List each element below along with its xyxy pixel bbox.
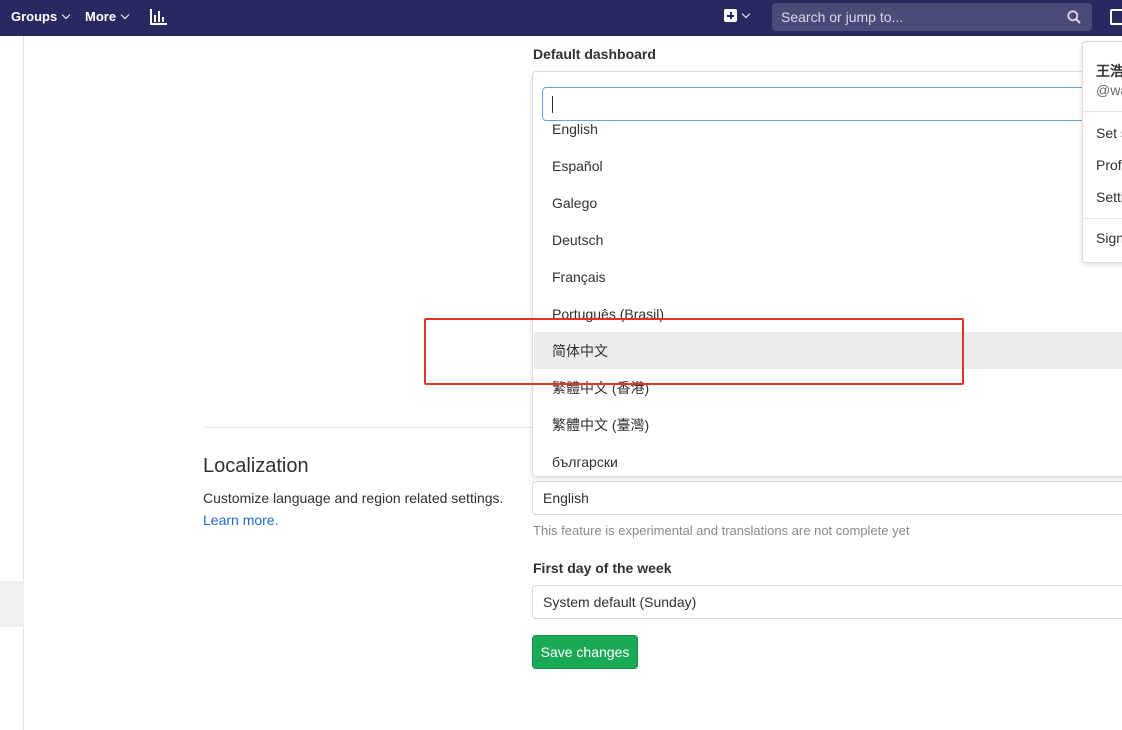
settings-item[interactable]: Setti bbox=[1096, 189, 1122, 205]
user-menu: 王浩 @wa Set s Prof Setti Sign bbox=[1082, 41, 1122, 263]
language-option[interactable]: Español bbox=[534, 147, 1122, 184]
default-dashboard-label: Default dashboard bbox=[533, 46, 656, 62]
language-option[interactable]: Português (Brasil) bbox=[534, 295, 1122, 332]
language-option[interactable]: Deutsch bbox=[534, 221, 1122, 258]
localization-title: Localization bbox=[203, 455, 309, 477]
more-menu[interactable]: More bbox=[85, 9, 130, 24]
learn-more-link[interactable]: Learn more. bbox=[203, 512, 278, 528]
language-dropdown-list: English Español Galego Deutsch Français … bbox=[533, 121, 1122, 476]
language-option[interactable]: Français bbox=[534, 258, 1122, 295]
language-option[interactable]: 繁體中文 (香港) bbox=[534, 369, 1122, 406]
new-item-menu[interactable] bbox=[724, 9, 751, 22]
first-day-select[interactable]: System default (Sunday) bbox=[532, 585, 1122, 619]
section-divider bbox=[203, 427, 533, 428]
groups-label: Groups bbox=[11, 9, 58, 24]
user-name: 王浩 bbox=[1096, 63, 1122, 79]
language-option-highlighted[interactable]: 简体中文 bbox=[534, 332, 1122, 369]
user-handle: @wa bbox=[1096, 82, 1122, 98]
language-option[interactable]: български bbox=[534, 443, 1122, 476]
groups-menu[interactable]: Groups bbox=[11, 9, 71, 24]
language-select[interactable]: English bbox=[532, 481, 1122, 515]
more-label: More bbox=[85, 9, 117, 24]
profile-item[interactable]: Prof bbox=[1096, 157, 1122, 173]
search-input[interactable]: Search or jump to... bbox=[772, 3, 1092, 31]
set-status-item[interactable]: Set s bbox=[1096, 125, 1122, 141]
first-day-label: First day of the week bbox=[533, 560, 672, 576]
menu-divider bbox=[1083, 111, 1122, 112]
language-option[interactable]: 繁體中文 (臺灣) bbox=[534, 406, 1122, 443]
plus-icon bbox=[724, 9, 737, 22]
search-placeholder: Search or jump to... bbox=[781, 9, 904, 25]
sign-out-item[interactable]: Sign bbox=[1096, 230, 1122, 246]
language-option[interactable]: English bbox=[534, 121, 1122, 147]
chevron-down-icon bbox=[120, 10, 130, 20]
search-icon bbox=[1067, 10, 1081, 24]
dropdown-search-input[interactable] bbox=[542, 87, 1102, 121]
save-changes-button[interactable]: Save changes bbox=[532, 635, 638, 669]
left-sidebar bbox=[0, 36, 24, 730]
sidebar-active-item[interactable] bbox=[0, 581, 24, 627]
language-help-text: This feature is experimental and transla… bbox=[533, 523, 910, 538]
localization-description: Customize language and region related se… bbox=[203, 490, 504, 506]
top-navbar: Groups More Search or jump to... bbox=[0, 0, 1122, 36]
text-cursor bbox=[552, 96, 553, 113]
language-option[interactable]: Galego bbox=[534, 184, 1122, 221]
language-dropdown: English Español Galego Deutsch Français … bbox=[532, 71, 1122, 477]
menu-divider bbox=[1083, 218, 1122, 219]
chevron-down-icon bbox=[61, 10, 71, 20]
chevron-down-icon bbox=[741, 9, 751, 19]
activity-chart-icon[interactable] bbox=[150, 9, 167, 25]
merge-requests-icon[interactable] bbox=[1110, 9, 1122, 25]
